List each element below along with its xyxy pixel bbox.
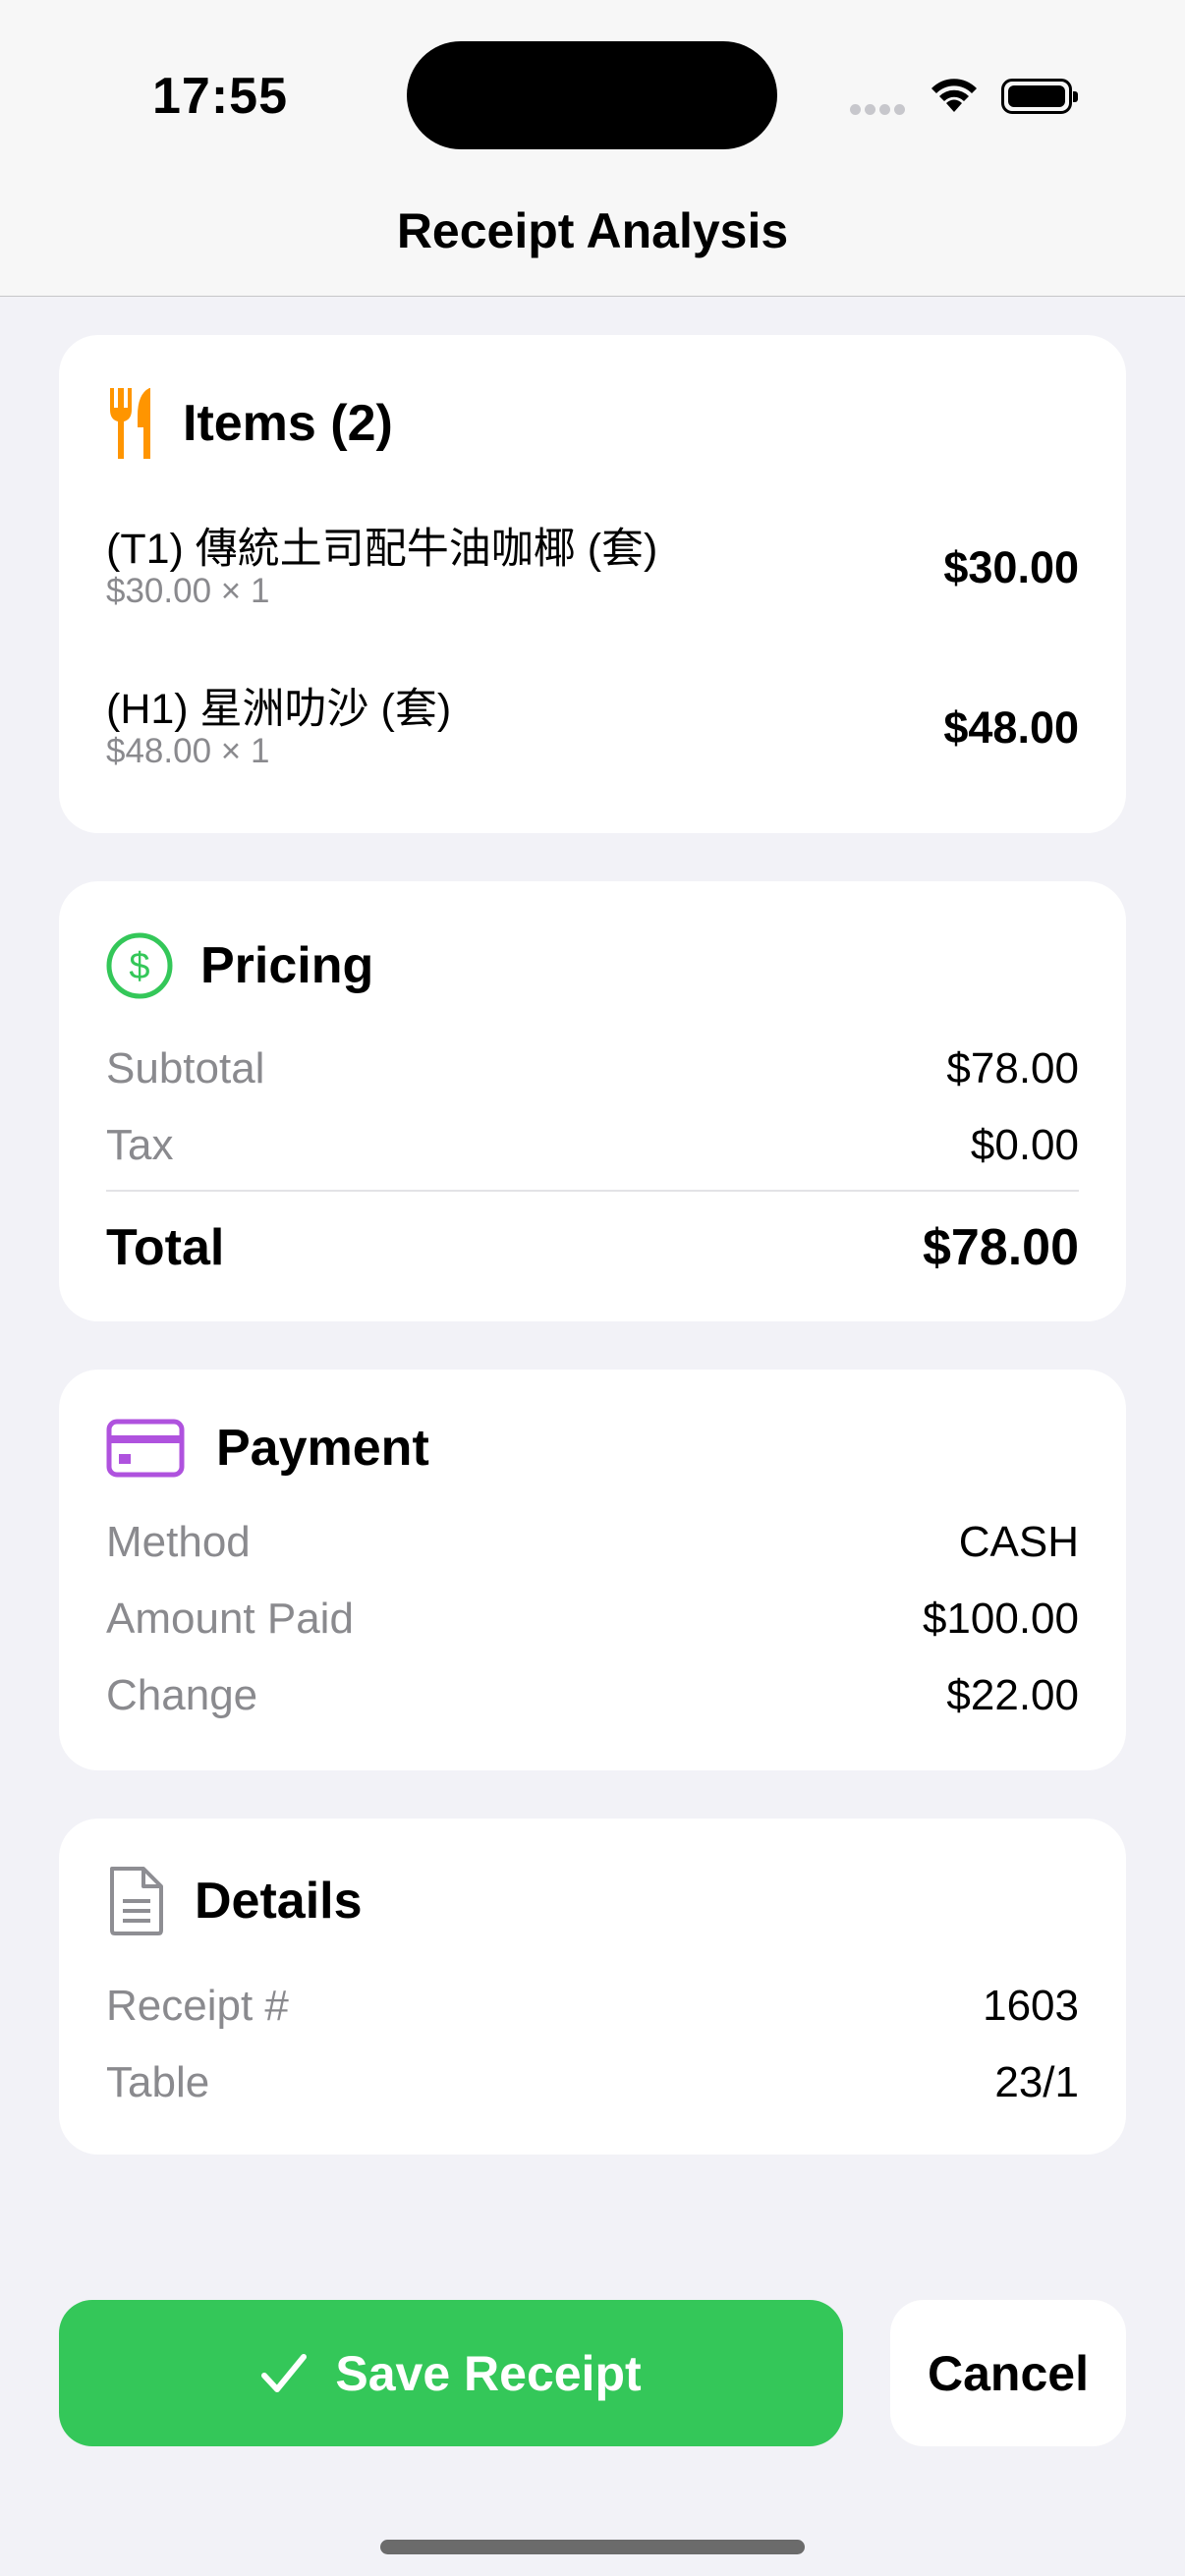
item-price: $48.00 (943, 702, 1079, 753)
dollar-circle-icon: $ (106, 932, 173, 999)
svg-text:$: $ (129, 946, 149, 987)
payment-title: Payment (216, 1420, 429, 1477)
items-header: Items (2) (106, 386, 393, 461)
item-name: (H1) 星洲叻沙 (套) (106, 686, 452, 733)
dynamic-island (407, 41, 777, 149)
pricing-card: $ Pricing Subtotal $78.00 Tax $0.00 Tota… (59, 881, 1126, 1321)
table-value: 23/1 (994, 2058, 1079, 2106)
items-card: Items (2) (T1) 傳統土司配牛油咖椰 (套) $30.00 × 1 … (59, 335, 1126, 833)
amount-paid-value: $100.00 (922, 1595, 1079, 1643)
details-title: Details (195, 1873, 363, 1930)
payment-card: Payment Method CASH Amount Paid $100.00 … (59, 1370, 1126, 1770)
fork-knife-icon (110, 388, 150, 459)
credit-card-icon (106, 1419, 185, 1478)
item-name: (T1) 傳統土司配牛油咖椰 (套) (106, 526, 658, 573)
home-indicator[interactable] (380, 2540, 805, 2554)
change-row: Change $22.00 (106, 1661, 1079, 1730)
list-item[interactable]: (H1) 星洲叻沙 (套) $48.00 × 1 $48.00 (106, 675, 1079, 783)
cellular-signal-icon (850, 102, 909, 120)
method-row: Method CASH (106, 1508, 1079, 1577)
item-detail: $48.00 × 1 (106, 732, 270, 770)
page-title: Receipt Analysis (396, 203, 789, 258)
receipt-number-row: Receipt # 1603 (106, 1972, 1079, 2041)
pricing-header: $ Pricing (106, 932, 373, 999)
status-bar: 17:55 (0, 0, 1185, 196)
item-detail: $30.00 × 1 (106, 572, 270, 610)
checkmark-icon (261, 2353, 308, 2392)
method-label: Method (106, 1518, 251, 1566)
receipt-number-label: Receipt # (106, 1982, 289, 2030)
details-card: Details Receipt # 1603 Table 23/1 (59, 1819, 1126, 2155)
tax-label: Tax (106, 1121, 174, 1169)
change-label: Change (106, 1671, 258, 1719)
total-value: $78.00 (922, 1218, 1079, 1276)
document-icon (110, 1867, 163, 1935)
subtotal-value: $78.00 (946, 1044, 1079, 1092)
amount-paid-row: Amount Paid $100.00 (106, 1585, 1079, 1653)
save-receipt-button[interactable]: Save Receipt (59, 2300, 843, 2446)
table-label: Table (106, 2058, 210, 2106)
subtotal-label: Subtotal (106, 1044, 265, 1092)
payment-header: Payment (106, 1419, 429, 1478)
amount-paid-label: Amount Paid (106, 1595, 354, 1643)
total-label: Total (106, 1218, 225, 1276)
pricing-title: Pricing (200, 937, 374, 994)
total-divider (106, 1190, 1079, 1192)
tax-value: $0.00 (970, 1121, 1079, 1169)
cancel-button[interactable]: Cancel (890, 2300, 1126, 2446)
change-value: $22.00 (946, 1671, 1079, 1719)
list-item[interactable]: (T1) 傳統土司配牛油咖椰 (套) $30.00 × 1 $30.00 (106, 515, 1079, 623)
save-receipt-label: Save Receipt (335, 2345, 642, 2401)
items-title: Items (2) (183, 395, 393, 452)
cancel-label: Cancel (928, 2345, 1089, 2401)
subtotal-row: Subtotal $78.00 (106, 1035, 1079, 1103)
battery-icon (1001, 79, 1078, 114)
wifi-icon (931, 79, 977, 112)
method-value: CASH (958, 1518, 1079, 1566)
item-price: $30.00 (943, 542, 1079, 592)
total-row: Total $78.00 (106, 1210, 1079, 1284)
status-time: 17:55 (152, 68, 288, 125)
details-header: Details (106, 1866, 363, 1936)
receipt-number-value: 1603 (983, 1982, 1079, 2030)
tax-row: Tax $0.00 (106, 1111, 1079, 1180)
table-row: Table 23/1 (106, 2048, 1079, 2117)
